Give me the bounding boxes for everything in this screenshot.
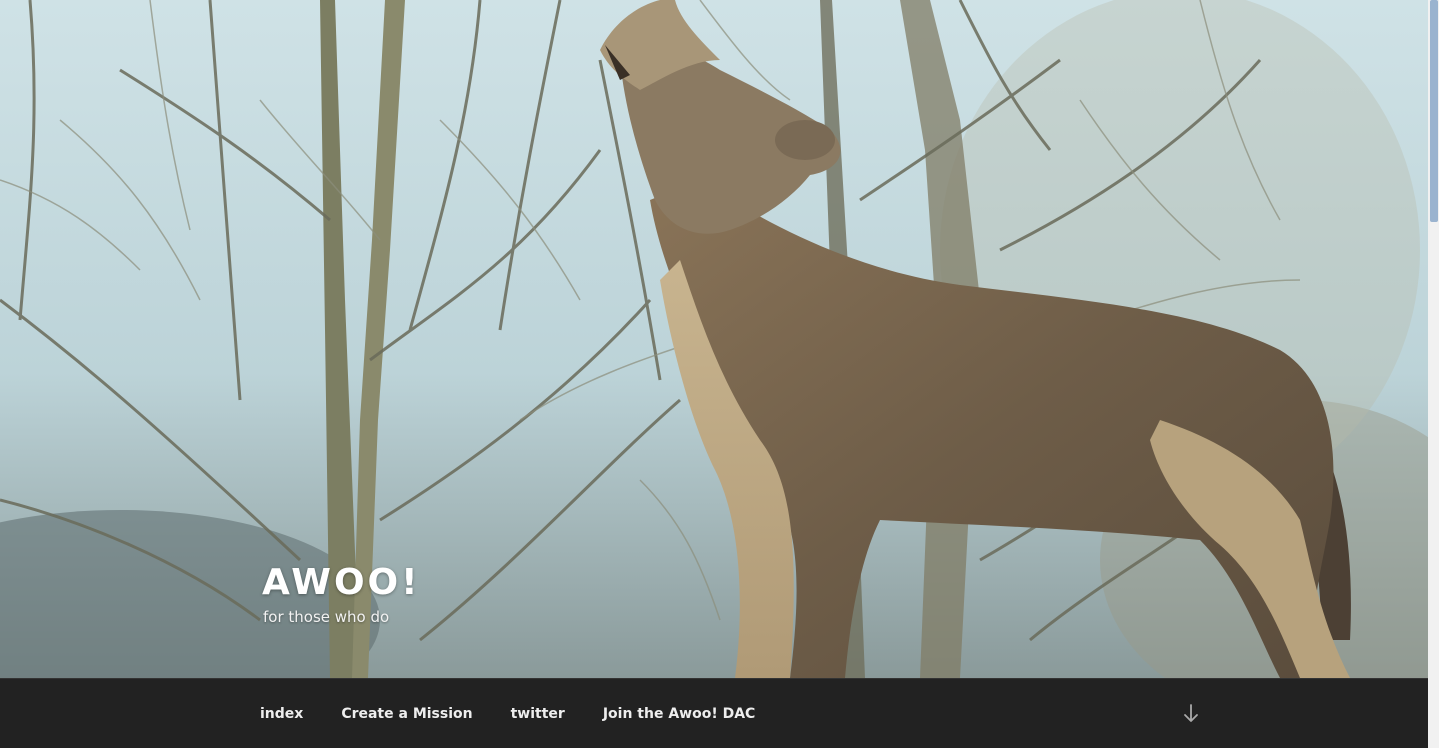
nav-menu: index Create a Mission twitter Join the … (241, 679, 774, 748)
page: AWOO! for those who do index Create a Mi… (0, 0, 1439, 748)
nav-item: index (241, 696, 322, 732)
wolf-photo (0, 0, 1428, 678)
nav-link-create-mission[interactable]: Create a Mission (322, 696, 491, 732)
arrow-down-icon[interactable] (1180, 703, 1202, 725)
nav-link-join-dac[interactable]: Join the Awoo! DAC (584, 696, 775, 732)
site-description: for those who do (263, 608, 390, 626)
scrollbar[interactable] (1428, 0, 1439, 748)
nav-link-twitter[interactable]: twitter (492, 696, 584, 732)
site-branding: AWOO! for those who do (262, 560, 421, 626)
main-navigation: index Create a Mission twitter Join the … (0, 678, 1428, 748)
nav-link-index[interactable]: index (241, 696, 322, 732)
site-title[interactable]: AWOO! (262, 560, 421, 606)
nav-item: twitter (492, 696, 584, 732)
scrollbar-thumb[interactable] (1430, 0, 1438, 222)
nav-item: Join the Awoo! DAC (584, 696, 775, 732)
nav-item: Create a Mission (322, 696, 491, 732)
header-image: AWOO! for those who do (0, 0, 1428, 678)
